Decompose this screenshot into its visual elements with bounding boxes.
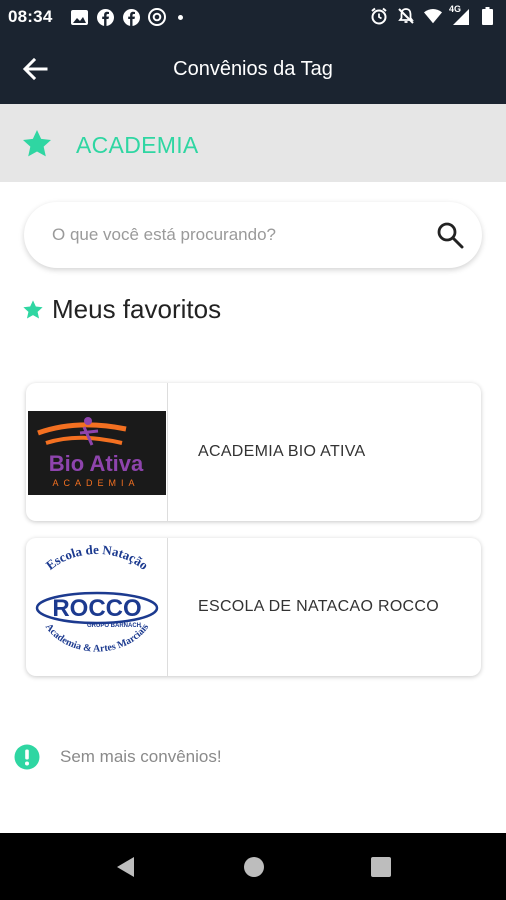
status-bar: 08:34 4G <box>0 0 506 34</box>
logo-brand-name: ROCCO <box>52 595 141 622</box>
nav-back-icon[interactable] <box>113 854 139 880</box>
end-of-list-note: Sem mais convênios! <box>14 744 222 770</box>
logo-arc-top: Escola de Natação <box>43 542 151 573</box>
notifications-off-icon <box>397 7 415 25</box>
logo-subtitle: ACADEMIA <box>52 478 139 488</box>
notification-dot-icon <box>178 14 183 20</box>
system-nav-bar <box>0 833 506 900</box>
cellular-signal-icon: 4G <box>449 4 469 25</box>
convenio-card[interactable]: Bio Ativa ACADEMIA ACADEMIA BIO ATIVA <box>26 383 481 521</box>
nav-home-icon[interactable] <box>241 854 267 880</box>
favorites-header: Meus favoritos <box>22 294 221 325</box>
category-label: ACADEMIA <box>76 132 199 158</box>
svg-text:Escola de Natação: Escola de Natação <box>43 542 151 573</box>
logo-tagline: GRUPO BARNACH <box>87 623 141 629</box>
page-title: Convênios da Tag <box>173 58 333 80</box>
category-header: ACADEMIA <box>0 104 506 182</box>
battery-icon <box>478 7 496 25</box>
convenio-name: ACADEMIA BIO ATIVA <box>198 443 366 460</box>
search-input[interactable] <box>52 216 422 254</box>
end-of-list-text: Sem mais convênios! <box>60 747 222 766</box>
bio-ativa-logo: Bio Ativa ACADEMIA <box>26 383 168 521</box>
logo-brand-name: Bio Ativa <box>49 451 144 476</box>
search-bar[interactable] <box>24 202 482 268</box>
star-icon <box>23 130 51 157</box>
nav-recents-icon[interactable] <box>368 854 394 880</box>
status-icons-left <box>70 8 183 26</box>
alarm-icon <box>370 7 388 25</box>
facebook-icon <box>96 8 114 26</box>
facebook-icon <box>122 8 140 26</box>
status-icons-right: 4G <box>370 4 496 25</box>
app-bar: Convênios da Tag <box>0 34 506 104</box>
star-icon <box>23 299 43 319</box>
convenio-card[interactable]: Escola de Natação ROCCO GRUPO BARNACH Ac… <box>26 538 481 676</box>
search-icon[interactable] <box>436 221 464 249</box>
status-time: 08:34 <box>8 7 53 26</box>
alert-circle-icon <box>14 744 40 770</box>
favorites-title: Meus favoritos <box>52 294 222 324</box>
image-icon <box>70 8 88 26</box>
rocco-logo: Escola de Natação ROCCO GRUPO BARNACH Ac… <box>26 538 168 676</box>
convenio-name: ESCOLA DE NATACAO ROCCO <box>198 598 440 615</box>
at-sign-icon <box>148 8 166 26</box>
wifi-icon <box>424 7 442 25</box>
